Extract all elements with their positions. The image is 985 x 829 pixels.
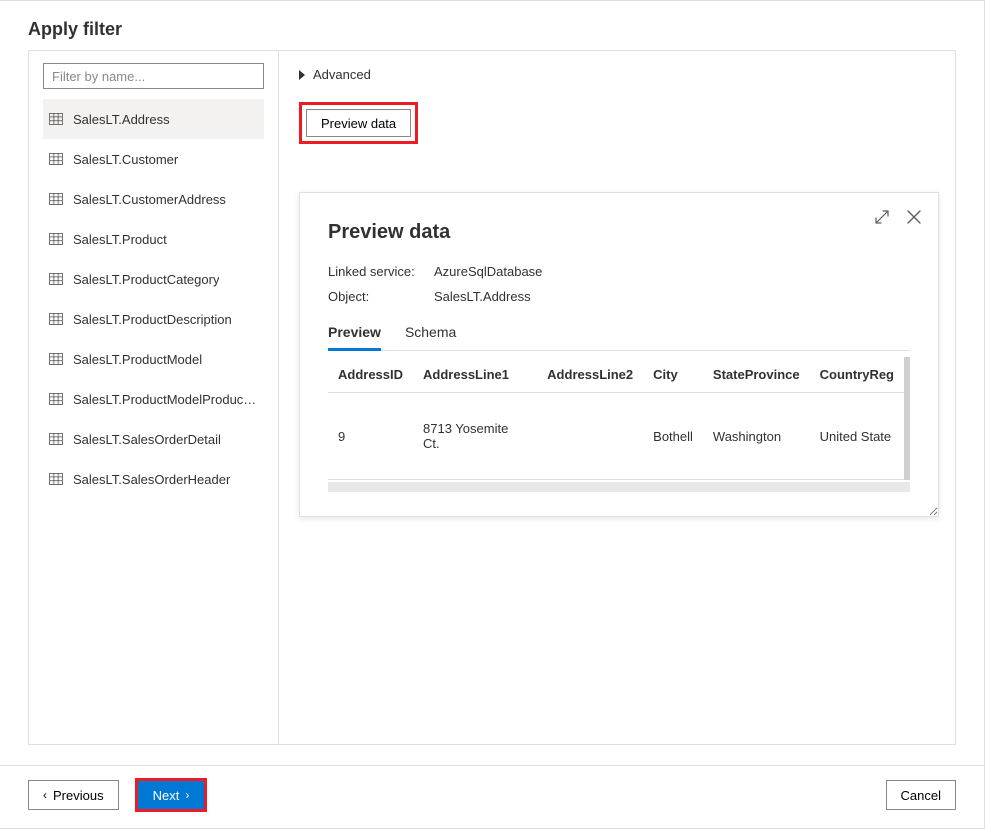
advanced-label: Advanced xyxy=(313,67,371,82)
preview-panel: Preview data Linked service: AzureSqlDat… xyxy=(299,192,939,517)
horizontal-scrollbar[interactable] xyxy=(328,482,910,492)
column-header[interactable]: City xyxy=(643,357,703,393)
column-header[interactable]: AddressLine1 xyxy=(413,357,537,393)
object-value: SalesLT.Address xyxy=(434,289,531,304)
table-item[interactable]: SalesLT.Product xyxy=(43,219,264,259)
chevron-left-icon: ‹ xyxy=(43,788,47,802)
previous-button[interactable]: ‹ Previous xyxy=(28,780,119,810)
preview-panel-title: Preview data xyxy=(328,221,910,244)
table-cell: United State xyxy=(810,393,904,480)
sidebar: SalesLT.Address SalesLT.Customer SalesLT.C… xyxy=(29,51,279,744)
table-item-label: SalesLT.Address xyxy=(73,112,170,127)
column-header[interactable]: CountryReg xyxy=(810,357,904,393)
table-icon xyxy=(49,233,63,245)
footer: ‹ Previous Next › Cancel xyxy=(0,765,984,828)
next-button-highlight: Next › xyxy=(135,778,208,812)
table-icon xyxy=(49,433,63,445)
table-cell: 8713 Yosemite Ct. xyxy=(413,393,537,480)
table-item[interactable]: SalesLT.ProductCategory xyxy=(43,259,264,299)
table-item[interactable]: SalesLT.ProductModelProductDe... xyxy=(43,379,264,419)
preview-data-button[interactable]: Preview data xyxy=(306,109,411,137)
main-area: Advanced Preview data Preview data xyxy=(279,51,956,744)
page-title: Apply filter xyxy=(0,1,984,50)
advanced-toggle[interactable]: Advanced xyxy=(299,67,939,82)
column-header[interactable]: AddressID xyxy=(328,357,413,393)
preview-table: AddressIDAddressLine1AddressLine2CitySta… xyxy=(328,357,904,480)
table-icon xyxy=(49,153,63,165)
chevron-right-icon xyxy=(299,70,305,80)
preview-button-highlight: Preview data xyxy=(299,102,418,144)
next-label: Next xyxy=(153,788,180,803)
preview-table-container: AddressIDAddressLine1AddressLine2CitySta… xyxy=(328,357,910,480)
linked-service-label: Linked service: xyxy=(328,264,434,279)
table-icon xyxy=(49,393,63,405)
table-item[interactable]: SalesLT.Customer xyxy=(43,139,264,179)
table-item[interactable]: SalesLT.SalesOrderHeader xyxy=(43,459,264,499)
table-icon xyxy=(49,473,63,485)
table-cell: 9 xyxy=(328,393,413,480)
table-cell: Bothell xyxy=(643,393,703,480)
table-item[interactable]: SalesLT.CustomerAddress xyxy=(43,179,264,219)
table-icon xyxy=(49,313,63,325)
table-cell: Washington xyxy=(703,393,810,480)
table-item[interactable]: SalesLT.ProductDescription xyxy=(43,299,264,339)
next-button[interactable]: Next › xyxy=(138,781,205,809)
table-item-label: SalesLT.SalesOrderDetail xyxy=(73,432,221,447)
table-row[interactable]: 98713 Yosemite Ct. BothellWashingtonUnite… xyxy=(328,393,904,480)
tab-preview[interactable]: Preview xyxy=(328,324,381,351)
linked-service-value: AzureSqlDatabase xyxy=(434,264,542,279)
table-item-label: SalesLT.ProductModelProductDe... xyxy=(73,392,258,407)
object-label: Object: xyxy=(328,289,434,304)
expand-icon[interactable] xyxy=(874,209,890,225)
table-item[interactable]: SalesLT.ProductModel xyxy=(43,339,264,379)
tab-schema[interactable]: Schema xyxy=(405,324,456,350)
table-item-label: SalesLT.ProductCategory xyxy=(73,272,219,287)
table-item-label: SalesLT.Customer xyxy=(73,152,178,167)
tables-list: SalesLT.Address SalesLT.Customer SalesLT.C… xyxy=(43,99,264,499)
table-icon xyxy=(49,113,63,125)
previous-label: Previous xyxy=(53,788,104,803)
chevron-right-icon: › xyxy=(185,788,189,802)
table-icon xyxy=(49,193,63,205)
table-item-label: SalesLT.ProductDescription xyxy=(73,312,232,327)
table-item[interactable]: SalesLT.Address xyxy=(43,99,264,139)
table-icon xyxy=(49,353,63,365)
column-header[interactable]: StateProvince xyxy=(703,357,810,393)
table-icon xyxy=(49,273,63,285)
table-cell xyxy=(537,393,643,480)
table-item-label: SalesLT.CustomerAddress xyxy=(73,192,226,207)
cancel-button[interactable]: Cancel xyxy=(886,780,956,810)
table-item-label: SalesLT.Product xyxy=(73,232,167,247)
table-item-label: SalesLT.ProductModel xyxy=(73,352,202,367)
column-header[interactable]: AddressLine2 xyxy=(537,357,643,393)
filter-by-name-input[interactable] xyxy=(43,63,264,89)
close-icon[interactable] xyxy=(906,209,922,225)
table-item-label: SalesLT.SalesOrderHeader xyxy=(73,472,230,487)
table-item[interactable]: SalesLT.SalesOrderDetail xyxy=(43,419,264,459)
